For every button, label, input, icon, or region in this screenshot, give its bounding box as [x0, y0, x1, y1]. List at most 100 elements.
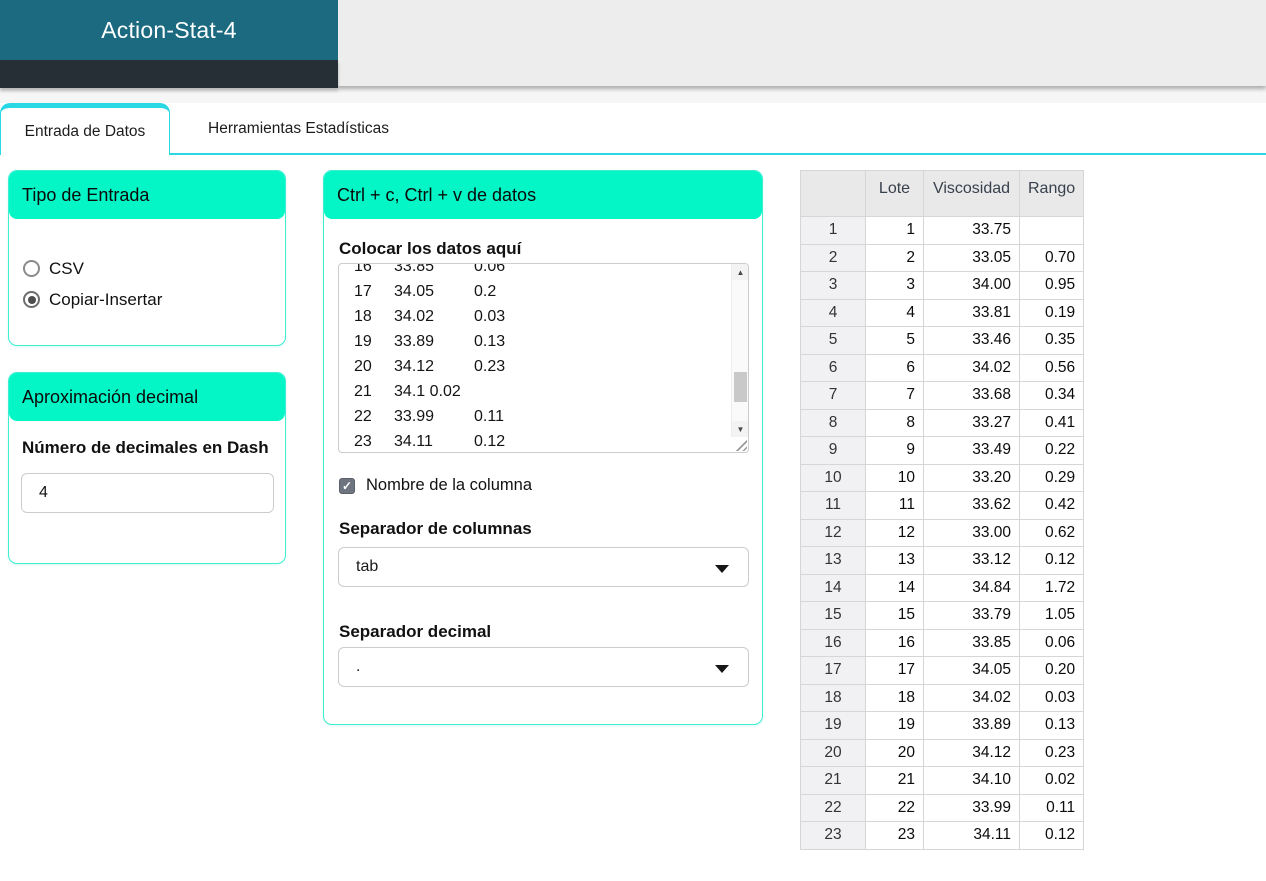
decimal-approx-card-header: Aproximación decimal	[9, 373, 285, 421]
table-cell: 33.68	[923, 381, 1020, 410]
data-table: Lote Viscosidad Rango 1 1 33.75 2 2 33.05 0.70 3 3…	[800, 170, 1085, 850]
table-row: 18 18 34.02 0.03	[800, 683, 1085, 712]
decimal-separator-dropdown[interactable]: .	[338, 647, 749, 687]
tab-entrada-de-datos[interactable]: Entrada de Datos	[0, 103, 170, 155]
table-cell: 0.56	[1018, 353, 1085, 382]
input-type-card-header: Tipo de Entrada	[9, 171, 285, 219]
table-row: 4 4 33.81 0.19	[800, 298, 1085, 327]
radio-option-copiar-insertar[interactable]: Copiar-Insertar	[23, 284, 285, 315]
row-index-cell: 23	[800, 821, 866, 850]
table-cell: 0.23	[1018, 738, 1085, 767]
row-index-cell: 15	[800, 601, 866, 630]
table-row: 13 13 33.12 0.12	[800, 546, 1085, 575]
decimal-separator-label: Separador decimal	[339, 622, 492, 641]
table-cell: 34.10	[923, 766, 1020, 795]
column-name-checkbox[interactable]: ✓	[339, 477, 355, 494]
table-cell: 34.02	[923, 353, 1020, 382]
table-cell: 17	[865, 656, 924, 685]
row-index-cell: 14	[800, 573, 866, 602]
scroll-down-icon[interactable]: ▼	[732, 421, 748, 437]
table-column-header: Viscosidad	[923, 170, 1020, 217]
table-cell: 0.11	[1018, 793, 1085, 822]
table-row: 16 16 33.85 0.06	[800, 628, 1085, 657]
header-dark-band	[0, 60, 338, 88]
row-index-cell: 13	[800, 546, 866, 575]
table-cell: 0.41	[1018, 408, 1085, 437]
decimal-approx-card: Aproximación decimal Número de decimales…	[8, 372, 286, 564]
row-index-cell: 10	[800, 463, 866, 492]
paste-area-label: Colocar los datos aquí	[339, 239, 522, 258]
table-cell: 8	[865, 408, 924, 437]
row-index-cell: 5	[800, 326, 866, 355]
table-cell: 33.89	[923, 711, 1020, 740]
tab-herramientas-estadisticas[interactable]: Herramientas Estadísticas	[171, 103, 426, 155]
table-row: 7 7 33.68 0.34	[800, 381, 1085, 410]
table-cell: 34.12	[923, 738, 1020, 767]
radio-option-csv[interactable]: CSV	[23, 253, 285, 284]
tab-label: Herramientas Estadísticas	[208, 120, 389, 137]
paste-textarea[interactable]: 16 33.85 0.06 17 34.05 0.2 18 34.02 0.03…	[338, 263, 749, 453]
data-table-container: Lote Viscosidad Rango 1 1 33.75 2 2 33.05 0.70 3 3…	[800, 170, 1085, 850]
textarea-scrollbar[interactable]: ▲ ▼	[731, 264, 748, 437]
table-row: 14 14 34.84 1.72	[800, 573, 1085, 602]
table-cell: 33.75	[923, 216, 1020, 245]
row-index-cell: 8	[800, 408, 866, 437]
table-cell: 34.11	[923, 821, 1020, 850]
table-cell: 0.95	[1018, 271, 1085, 300]
table-cell: 7	[865, 381, 924, 410]
tab-bar: Entrada de Datos Herramientas Estadístic…	[0, 103, 1266, 155]
table-cell: 0.42	[1018, 491, 1085, 520]
table-cell: 34.05	[923, 656, 1020, 685]
table-row: 1 1 33.75	[800, 216, 1085, 245]
table-cell: 0.19	[1018, 298, 1085, 327]
table-cell: 33.85	[923, 628, 1020, 657]
radio-icon	[23, 291, 40, 308]
table-cell: 33.81	[923, 298, 1020, 327]
tab-label: Entrada de Datos	[24, 122, 146, 140]
table-row: 8 8 33.27 0.41	[800, 408, 1085, 437]
app-title: Action-Stat-4	[101, 16, 237, 43]
row-index-cell: 21	[800, 766, 866, 795]
table-cell: 34.00	[923, 271, 1020, 300]
row-index-cell: 16	[800, 628, 866, 657]
row-index-cell: 20	[800, 738, 866, 767]
header-gray-area	[338, 0, 1266, 86]
scroll-up-icon[interactable]: ▲	[732, 264, 748, 280]
table-cell: 33.27	[923, 408, 1020, 437]
table-cell: 21	[865, 766, 924, 795]
column-name-checkbox-row[interactable]: ✓ Nombre de la columna	[339, 476, 532, 495]
row-index-cell: 2	[800, 243, 866, 272]
column-separator-dropdown[interactable]: tab	[338, 547, 749, 587]
table-cell: 0.12	[1018, 546, 1085, 575]
scrollbar-thumb[interactable]	[734, 372, 747, 402]
table-cell: 12	[865, 518, 924, 547]
table-column-header: Lote	[865, 170, 924, 217]
table-cell: 0.34	[1018, 381, 1085, 410]
input-type-radio-group: CSV Copiar-Insertar	[9, 219, 285, 315]
row-index-cell: 1	[800, 216, 866, 245]
table-row: 15 15 33.79 1.05	[800, 601, 1085, 630]
table-cell: 34.02	[923, 683, 1020, 712]
table-header-row: Lote Viscosidad Rango	[800, 170, 1085, 217]
input-type-card: Tipo de Entrada CSV Copiar-Insertar	[8, 170, 286, 346]
table-cell: 0.02	[1018, 766, 1085, 795]
table-cell: 15	[865, 601, 924, 630]
row-index-cell: 18	[800, 683, 866, 712]
chevron-down-icon	[715, 565, 729, 573]
table-cell: 33.05	[923, 243, 1020, 272]
row-index-cell: 6	[800, 353, 866, 382]
table-cell: 0.62	[1018, 518, 1085, 547]
table-cell: 13	[865, 546, 924, 575]
resize-handle-icon[interactable]	[733, 437, 747, 451]
table-cell: 33.62	[923, 491, 1020, 520]
table-cell	[1018, 216, 1085, 245]
paste-textarea-content: 16 33.85 0.06 17 34.05 0.2 18 34.02 0.03…	[354, 263, 506, 450]
table-row: 12 12 33.00 0.62	[800, 518, 1085, 547]
table-cell: 22	[865, 793, 924, 822]
decimals-input[interactable]	[21, 473, 274, 513]
table-cell: 0.06	[1018, 628, 1085, 657]
table-row: 20 20 34.12 0.23	[800, 738, 1085, 767]
column-separator-label: Separador de columnas	[339, 519, 532, 538]
row-index-cell: 9	[800, 436, 866, 465]
table-row: 22 22 33.99 0.11	[800, 793, 1085, 822]
